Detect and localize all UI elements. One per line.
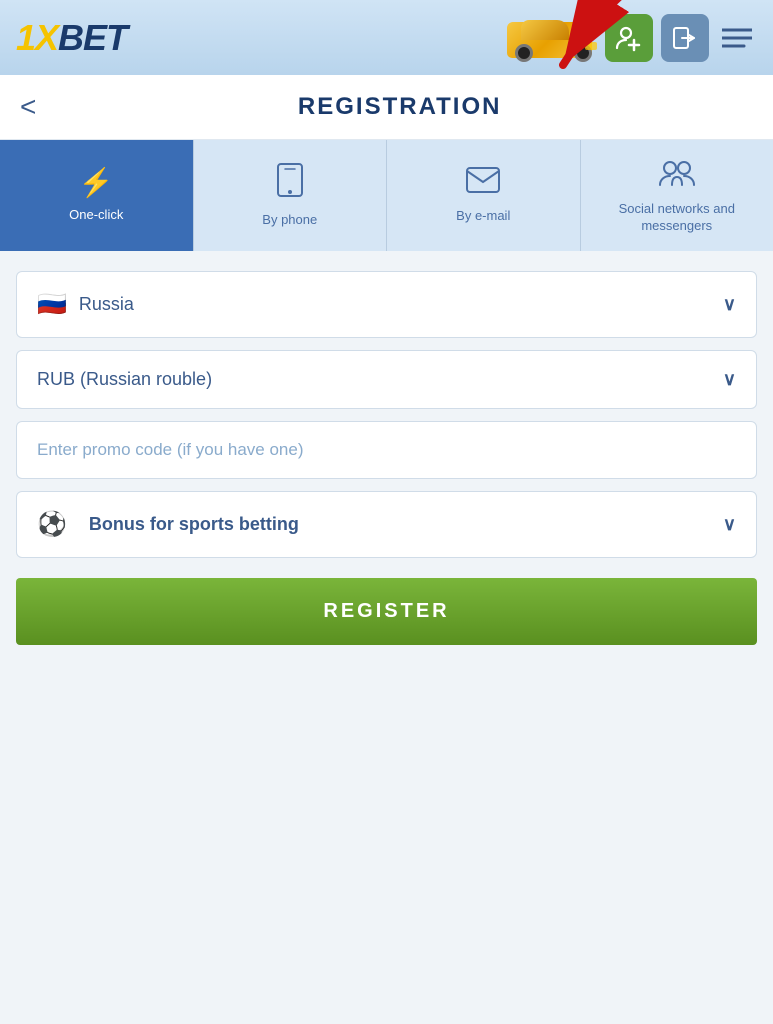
social-icon <box>658 158 696 191</box>
header-buttons <box>605 14 757 62</box>
page-title: REGISTRATION <box>46 93 753 121</box>
currency-selector-left: RUB (Russian rouble) <box>37 369 212 390</box>
russia-flag: 🇷🇺 <box>37 290 67 319</box>
tab-by-phone[interactable]: By phone <box>194 140 388 251</box>
tab-by-email[interactable]: By e-mail <box>387 140 581 251</box>
bonus-chevron-icon: ∨ <box>723 514 736 535</box>
tab-one-click-label: One-click <box>69 207 123 224</box>
bonus-selector-left: ⚽ Bonus for sports betting <box>37 510 299 539</box>
currency-chevron-icon: ∨ <box>723 369 736 390</box>
form-area: 🇷🇺 Russia ∨ RUB (Russian rouble) ∨ Enter… <box>0 251 773 665</box>
tab-social[interactable]: Social networks and messengers <box>581 140 773 251</box>
bonus-selector[interactable]: ⚽ Bonus for sports betting ∨ <box>16 491 757 558</box>
login-button[interactable] <box>661 14 709 62</box>
country-label: Russia <box>79 294 134 315</box>
header: 1XBET <box>0 0 773 75</box>
currency-selector[interactable]: RUB (Russian rouble) ∨ <box>16 350 757 409</box>
profile-button[interactable] <box>605 14 653 62</box>
country-selector[interactable]: 🇷🇺 Russia ∨ <box>16 271 757 338</box>
country-chevron-icon: ∨ <box>723 294 736 315</box>
lightning-icon: ⚡ <box>79 169 114 197</box>
back-button[interactable]: < <box>20 93 36 121</box>
car-decoration <box>507 10 597 66</box>
tab-by-phone-label: By phone <box>262 212 317 229</box>
bonus-label: Bonus for sports betting <box>89 514 299 535</box>
phone-icon <box>277 163 303 202</box>
promo-placeholder: Enter promo code (if you have one) <box>37 440 303 460</box>
logo: 1XBET <box>16 17 127 59</box>
country-selector-left: 🇷🇺 Russia <box>37 290 134 319</box>
promo-code-field[interactable]: Enter promo code (if you have one) <box>16 421 757 479</box>
page-title-bar: < REGISTRATION <box>0 75 773 140</box>
menu-button[interactable] <box>717 14 757 62</box>
email-icon <box>466 167 500 198</box>
register-button[interactable]: REGISTER <box>16 578 757 645</box>
soccer-ball-icon: ⚽ <box>37 510 67 539</box>
tab-one-click[interactable]: ⚡ One-click <box>0 140 194 251</box>
registration-tabs: ⚡ One-click By phone By e-mail <box>0 140 773 251</box>
currency-label: RUB (Russian rouble) <box>37 369 212 390</box>
tab-by-email-label: By e-mail <box>456 208 510 225</box>
tab-social-label: Social networks and messengers <box>589 201 766 235</box>
